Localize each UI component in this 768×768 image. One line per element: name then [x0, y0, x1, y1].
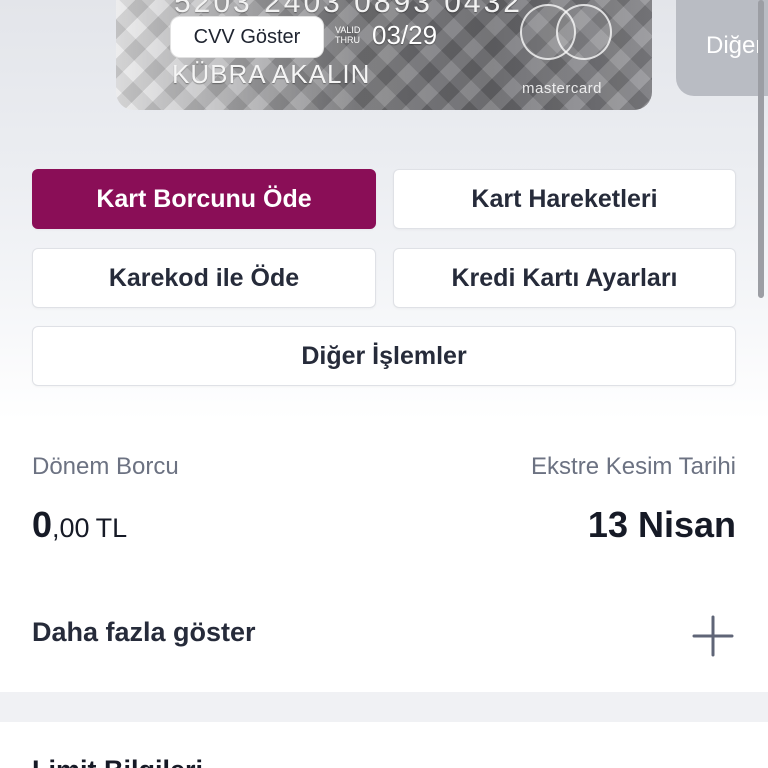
other-operations-button[interactable]: Diğer İşlemler	[32, 326, 736, 386]
next-card-label: Diğer	[706, 32, 764, 59]
period-debt-label: Dönem Borcu	[32, 453, 179, 480]
limit-info-title: Limit Bilgileri	[32, 755, 203, 768]
amount-currency: TL	[95, 513, 128, 543]
next-card-peek[interactable]: Diğer	[676, 0, 768, 96]
section-divider	[0, 692, 768, 722]
statement-cutoff-date: 13 Nisan	[587, 504, 736, 545]
valid-thru-label: VALID THRU	[335, 25, 361, 45]
card-settings-button[interactable]: Kredi Kartı Ayarları	[393, 248, 736, 308]
mastercard-wordmark: mastercard	[522, 80, 603, 97]
pay-card-debt-button[interactable]: Kart Borcunu Öde	[32, 169, 376, 229]
show-more-label: Daha fazla göster	[32, 617, 256, 647]
statement-cutoff-label: Ekstre Kesim Tarihi	[531, 453, 736, 480]
amount-decimal: ,00	[52, 513, 90, 543]
card-transactions-button[interactable]: Kart Hareketleri	[393, 169, 736, 229]
period-debt-amount: 0,00 TL	[32, 504, 127, 546]
qr-pay-button[interactable]: Karekod ile Öde	[32, 248, 376, 308]
show-more-row[interactable]: Daha fazla göster	[0, 590, 768, 690]
credit-card-detail-screen: 5203 2403 0893 0432 CVV Göster VALID THR…	[0, 0, 768, 768]
mastercard-logo: mastercard	[514, 4, 632, 97]
credit-card[interactable]: 5203 2403 0893 0432 CVV Göster VALID THR…	[116, 0, 652, 110]
scrollbar[interactable]	[758, 0, 764, 298]
card-holder-name: KÜBRA AKALIN	[172, 59, 371, 89]
mastercard-circle-right	[556, 4, 612, 60]
amount-integer: 0	[32, 504, 53, 545]
show-cvv-button[interactable]: CVV Göster	[170, 16, 324, 58]
plus-icon[interactable]	[692, 615, 734, 657]
card-expiry: 03/29	[372, 20, 438, 50]
